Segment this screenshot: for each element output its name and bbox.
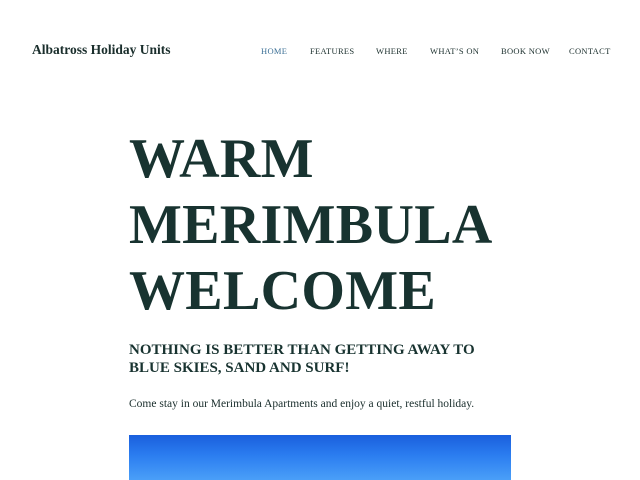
main-nav: HOME FEATURES WHERE WHAT’S ON BOOK NOW C…	[0, 46, 640, 58]
hero-subheading-line: NOTHING IS BETTER THAN GETTING AWAY TO	[129, 342, 475, 358]
hero-intro-text: Come stay in our Merimbula Apartments an…	[129, 398, 475, 410]
sky-banner-image	[129, 435, 511, 480]
hero-heading: WARM MERIMBULA WELCOME	[129, 126, 493, 324]
nav-item-features[interactable]: FEATURES	[310, 46, 354, 56]
hero-heading-line: MERIMBULA	[129, 194, 493, 256]
nav-item-book-now[interactable]: BOOK NOW	[501, 46, 550, 56]
nav-item-contact[interactable]: CONTACT	[569, 46, 611, 56]
hero-heading-line: WARM	[129, 128, 314, 190]
nav-item-home[interactable]: HOME	[261, 46, 287, 56]
hero-subheading: NOTHING IS BETTER THAN GETTING AWAY TO B…	[129, 342, 529, 377]
nav-item-whats-on[interactable]: WHAT’S ON	[430, 46, 479, 56]
hero-heading-line: WELCOME	[129, 260, 437, 322]
nav-item-where[interactable]: WHERE	[376, 46, 408, 56]
hero-subheading-line: BLUE SKIES, SAND AND SURF!	[129, 359, 350, 376]
